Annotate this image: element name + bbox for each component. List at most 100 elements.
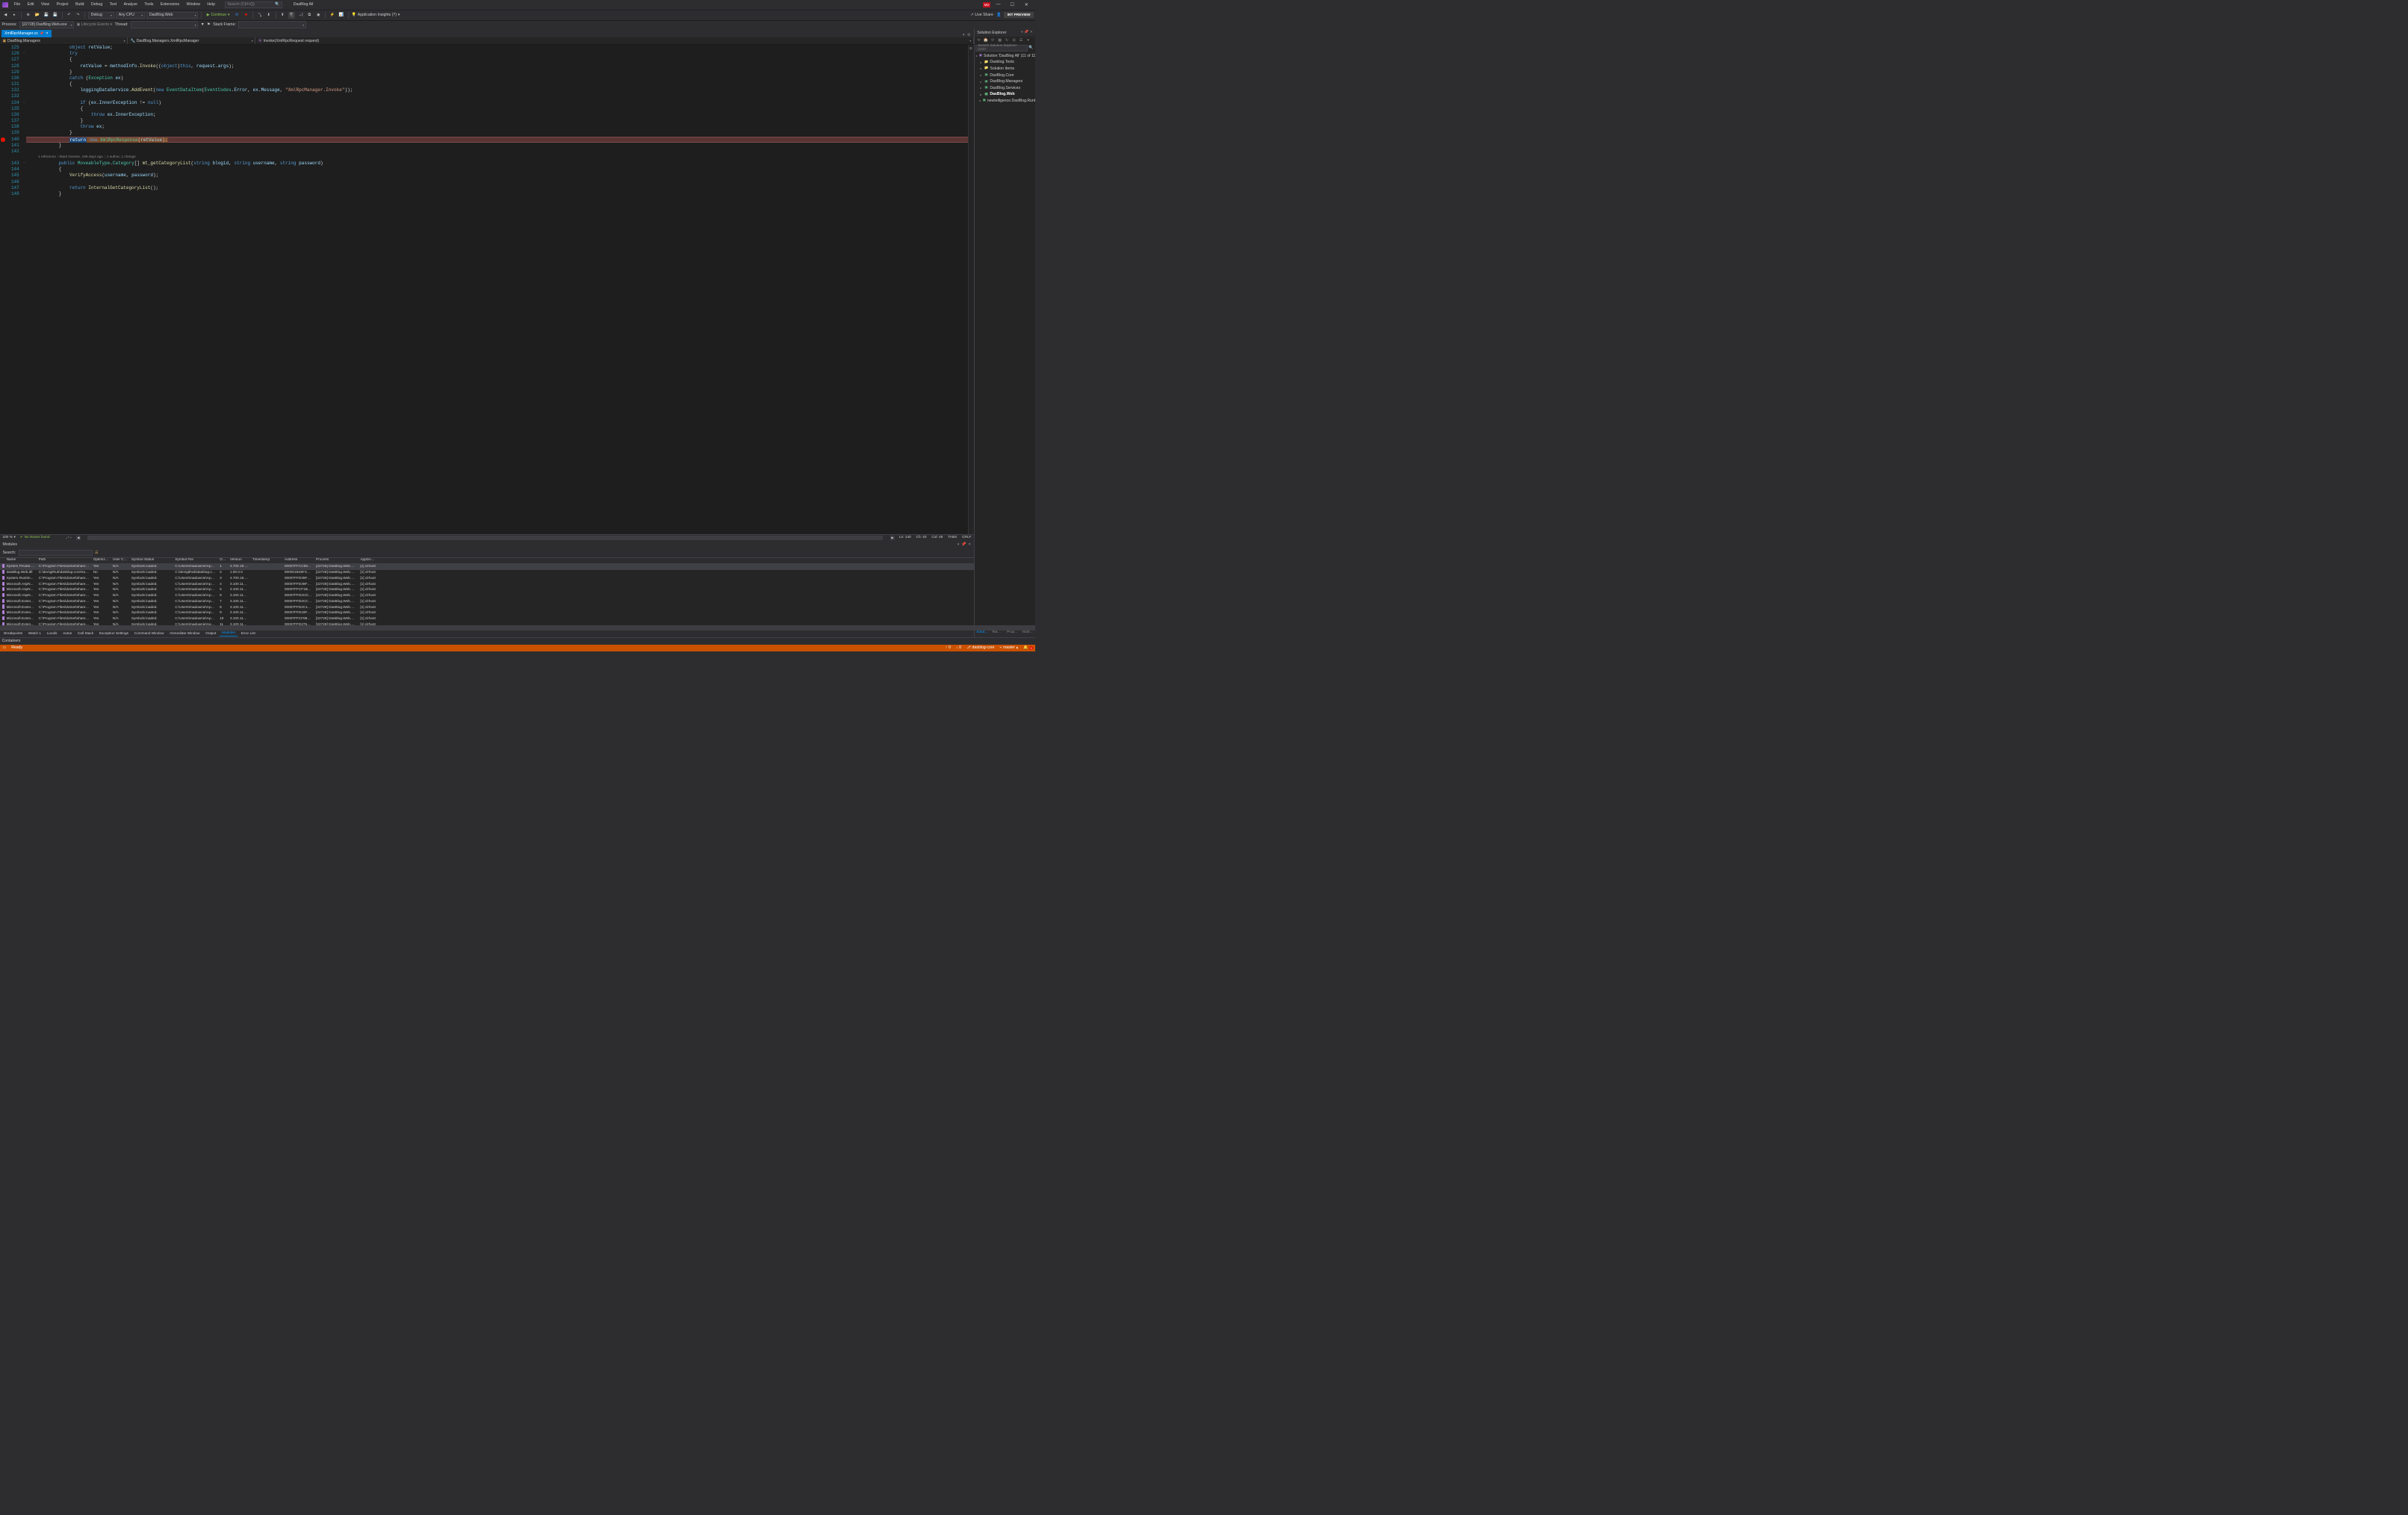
modules-col-2[interactable]: Optimized bbox=[91, 558, 111, 563]
modules-col-4[interactable]: Symbol Status bbox=[129, 558, 173, 563]
stack-frame-dropdown[interactable] bbox=[238, 21, 305, 28]
module-row[interactable]: Microsoft.Exten...C:\Program Files\dotne… bbox=[0, 604, 974, 610]
module-row[interactable]: Microsoft.Exten...C:\Program Files\dotne… bbox=[0, 622, 974, 625]
tree-node-newtelligence-dasblog-runt[interactable]: ▸▣newtelligence.DasBlog.Runt bbox=[975, 98, 1036, 105]
modules-col-11[interactable]: AppDomain bbox=[359, 558, 378, 563]
nav-project[interactable]: ▣DasBlog.Managers bbox=[0, 37, 128, 44]
health-icon[interactable]: ⤢ ▾ bbox=[66, 536, 72, 540]
startup-dropdown[interactable]: DasBlog.Web bbox=[146, 12, 198, 19]
close-button[interactable]: ✕ bbox=[1020, 0, 1033, 9]
nav-class[interactable]: 🔧DasBlog.Managers.XmlRpcManager bbox=[128, 37, 255, 44]
undo-icon[interactable]: ↶ bbox=[66, 12, 72, 19]
tree-node-dasblog-tests[interactable]: ▸📁Dasblog.Tests bbox=[975, 59, 1036, 66]
se-showall-icon[interactable]: ▦ bbox=[997, 38, 1003, 43]
run-to-click-icon[interactable]: →| bbox=[297, 12, 304, 19]
scroll-left-icon[interactable]: ◀ bbox=[76, 536, 81, 540]
thread-filter-icon[interactable]: ▼ bbox=[201, 22, 205, 27]
user-badge[interactable]: MD bbox=[983, 2, 990, 7]
module-row[interactable]: Microsoft.AspN...C:\Program Files\dotnet… bbox=[0, 581, 974, 587]
se-preview-icon[interactable]: ▾ bbox=[1025, 38, 1031, 43]
bottom-tab-call-stack[interactable]: Call Stack bbox=[75, 631, 96, 636]
modules-col-9[interactable]: Address bbox=[282, 558, 314, 563]
se-pin-icon[interactable]: 📌 bbox=[1024, 31, 1028, 34]
menu-build[interactable]: Build bbox=[74, 2, 85, 8]
step-over-icon[interactable]: ⤵ bbox=[256, 12, 263, 19]
restart-icon[interactable]: ⟳ bbox=[234, 12, 241, 19]
bottom-tab-immediate-window[interactable]: Immediate Window bbox=[167, 631, 202, 636]
bottom-tab-locals[interactable]: Locals bbox=[44, 631, 60, 636]
module-row[interactable]: Microsoft.AspN...C:\Program Files\dotnet… bbox=[0, 593, 974, 599]
issues-indicator[interactable]: ✔No issues found bbox=[20, 536, 50, 539]
menu-debug[interactable]: Debug bbox=[90, 2, 104, 8]
snapshot-icon[interactable]: ◉ bbox=[315, 12, 322, 19]
bottom-tab-breakpoints[interactable]: Breakpoints bbox=[1, 631, 25, 636]
minimize-button[interactable]: — bbox=[992, 0, 1005, 9]
nav-method[interactable]: ⦿Invoke(XmlRpcRequest request) bbox=[255, 37, 974, 44]
menu-file[interactable]: File bbox=[13, 2, 22, 8]
modules-col-7[interactable]: Version bbox=[228, 558, 250, 563]
glyph-margin[interactable] bbox=[0, 45, 7, 533]
containers-tab[interactable]: Containers bbox=[2, 639, 21, 643]
menu-tools[interactable]: Tools bbox=[143, 2, 155, 8]
split-editor-icon[interactable]: ⊞ bbox=[969, 46, 972, 52]
menu-test[interactable]: Test bbox=[108, 2, 118, 8]
modules-col-3[interactable]: User Code bbox=[111, 558, 129, 563]
right-tab[interactable]: Team... bbox=[990, 631, 1005, 637]
solution-root[interactable]: ▸▣Solution 'DasBlog All' (11 of 11 bbox=[975, 52, 1036, 59]
menu-analyze[interactable]: Analyze bbox=[122, 2, 139, 8]
se-search-icon[interactable]: 🔍 bbox=[1028, 46, 1034, 50]
git-push-button[interactable]: ↑ 0 bbox=[946, 645, 951, 650]
thread-dropdown[interactable] bbox=[131, 21, 198, 28]
modules-col-5[interactable]: Symbol File bbox=[173, 558, 218, 563]
module-row[interactable]: Microsoft.AspN...C:\Program Files\dotnet… bbox=[0, 587, 974, 593]
solution-tree[interactable]: ▸▣Solution 'DasBlog All' (11 of 11▸📁Dasb… bbox=[975, 52, 1036, 625]
lifecycle-events[interactable]: ▣ Lifecycle Events ▾ bbox=[77, 22, 113, 27]
module-row[interactable]: DasBlog.Web.dllC:\dev\github\dasblog-cor… bbox=[0, 570, 974, 576]
platform-dropdown[interactable]: Any CPU bbox=[116, 12, 145, 19]
bottom-tab-error-list[interactable]: Error List bbox=[238, 631, 258, 636]
continue-button[interactable]: ▶ Continue ▾ bbox=[205, 13, 232, 17]
step-into-icon[interactable]: ⬇ bbox=[265, 12, 272, 19]
code-text[interactable]: object retValue; try { retValue = method… bbox=[26, 45, 968, 533]
pin-icon[interactable]: 📌 bbox=[40, 31, 43, 36]
breakpoint-icon[interactable] bbox=[1, 137, 5, 142]
se-refresh-icon[interactable]: ↻ bbox=[1004, 38, 1010, 43]
bottom-tab-autos[interactable]: Autos bbox=[60, 631, 75, 636]
zoom-level[interactable]: 100 % ▾ bbox=[2, 536, 15, 539]
menu-extensions[interactable]: Extensions bbox=[159, 2, 181, 8]
save-all-icon[interactable]: 💾 bbox=[52, 12, 58, 19]
col-indicator[interactable]: Col: 49 bbox=[931, 536, 943, 539]
intellitrace-icon[interactable]: ⧉ bbox=[306, 12, 313, 19]
live-share-button[interactable]: ↗ Live Share bbox=[970, 13, 993, 17]
repo-button[interactable]: ⎇ dasblog-core bbox=[966, 645, 994, 650]
code-editor[interactable]: 1251261271281291301311321331341351361371… bbox=[0, 45, 974, 533]
overview-ruler[interactable]: ⊞ bbox=[968, 45, 974, 533]
save-icon[interactable]: 💾 bbox=[43, 12, 49, 19]
notifications-button[interactable]: 🔔1 bbox=[1023, 645, 1033, 650]
stop-icon[interactable]: ■ bbox=[243, 12, 249, 19]
se-collapse-icon[interactable]: ⊟ bbox=[1011, 38, 1017, 43]
se-h-scrollbar[interactable] bbox=[975, 625, 1036, 631]
module-row[interactable]: Microsoft.Exten...C:\Program Files\dotne… bbox=[0, 610, 974, 616]
module-row[interactable]: Microsoft.Exten...C:\Program Files\dotne… bbox=[0, 616, 974, 622]
se-close-icon[interactable]: ✕ bbox=[1030, 31, 1033, 34]
right-tab[interactable]: Solut... bbox=[975, 631, 990, 637]
menu-window[interactable]: Window bbox=[185, 2, 202, 8]
modules-table-header[interactable]: NamePathOptimizedUser CodeSymbol StatusS… bbox=[0, 557, 974, 564]
tree-node-dasblog-managers[interactable]: ▸▣DasBlog.Managers bbox=[975, 78, 1036, 85]
panel-close-icon[interactable]: ✕ bbox=[968, 542, 971, 547]
git-pull-button[interactable]: ↓ 0 bbox=[956, 645, 961, 650]
se-home-icon[interactable]: 🏠 bbox=[983, 38, 989, 43]
step-out-icon[interactable]: ⬆ bbox=[279, 12, 286, 19]
modules-col-6[interactable]: Or... bbox=[218, 558, 229, 563]
tree-node-dasblog-services[interactable]: ▸▣DasBlog.Services bbox=[975, 84, 1036, 91]
tab-xmlrpcmanager[interactable]: XmlRpcManager.cs 📌 × bbox=[1, 30, 52, 37]
modules-col-8[interactable]: Timestamp bbox=[250, 558, 282, 563]
module-row[interactable]: Microsoft.Exten...C:\Program Files\dotne… bbox=[0, 598, 974, 604]
panel-dropdown-icon[interactable]: ▾ bbox=[958, 542, 960, 547]
menu-help[interactable]: Help bbox=[206, 2, 217, 8]
modules-search-input[interactable] bbox=[19, 550, 93, 557]
tree-node-dasblog-core[interactable]: ▸▣DasBlog.Core bbox=[975, 72, 1036, 78]
se-search-input[interactable]: Search Solution Explorer (Ctrl+ bbox=[975, 45, 1028, 52]
nav-back-icon[interactable]: ◀ bbox=[2, 12, 9, 19]
